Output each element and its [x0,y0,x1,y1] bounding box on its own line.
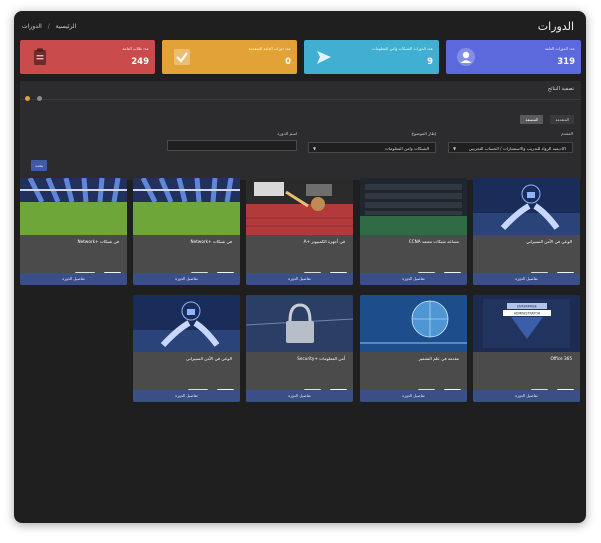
breadcrumb: الرئيسية / الدورات [22,23,76,30]
circuit-board-thumbnail [246,178,353,235]
tab-advanced[interactable]: المتقدمة [550,115,574,124]
course-title: أمن المعلومات +Security [297,356,345,361]
stat-card-courses: عدد الدورات العامة 319 [446,40,581,74]
framework-select-value: الشبكات وامن المعلومات [384,146,429,151]
course-details-link[interactable]: تفاصيل الدورة [133,390,240,402]
stat-value: 249 [131,57,149,67]
course-card[interactable]: ENTERPRISE ADMINISTRATOR Office 365 عربي… [473,295,580,402]
cyber-thumbnail [473,178,580,235]
filter-header: تصفية النتائج [20,81,581,101]
course-name-input[interactable] [167,140,297,151]
server-thumbnail [360,178,467,235]
course-card[interactable]: في أجهزة الكمبيوتر +A عربي مجانية تفاصيل… [246,178,353,285]
chevron-down-icon: ▼ [453,146,457,151]
framework-select[interactable]: الشبكات وامن المعلومات ▼ [308,142,436,153]
thumb-badge-line-1: ENTERPRISE [517,305,537,309]
close-icon[interactable] [37,96,43,101]
stat-card-advanced-courses: عدد دورات العامة المتقدمة 0 [162,40,297,74]
course-card[interactable]: أمن المعلومات +Security عربي مجانية تفاص… [246,295,353,402]
filter-title: تصفية النتائج [547,86,574,92]
course-title: مساعد شبكات معتمد CCNA [408,239,459,244]
filter-panel: تصفية النتائج المنسقة المتقدمة المقدم اك… [20,81,581,180]
course-title: في شبكات +Network [77,239,119,244]
course-title: في أجهزة الكمبيوتر +A [303,239,345,244]
course-details-link[interactable]: تفاصيل الدورة [360,273,467,285]
stat-label: عدد الدورات الشبكات وامن المعلومات [372,46,433,51]
course-card[interactable]: الوعي في الأمن السيبراني انجليزي مجانية … [133,295,240,402]
course-title: الوعي في الأمن السيبراني [526,239,572,244]
breadcrumb-separator: / [47,23,50,30]
provider-select[interactable]: اكاديمية الرواد للتدريب والاستشارات / ال… [448,142,573,153]
checkbox-icon [174,49,190,65]
course-details-link[interactable]: تفاصيل الدورة [246,273,353,285]
stat-value: 319 [557,57,575,67]
breadcrumb-home[interactable]: الرئيسية [56,23,77,30]
course-card[interactable]: مقدمة في علم التشفير عربي مجانية تفاصيل … [360,295,467,402]
filter-tabs: المنسقة المتقدمة [518,106,574,125]
page-title: الدورات [537,20,574,33]
course-title: في شبكات +Network [190,239,232,244]
course-details-link[interactable]: تفاصيل الدورة [246,390,353,402]
enterprise-admin-badge-thumbnail: ENTERPRISE ADMINISTRATOR [473,295,580,352]
clipboard-icon [34,48,46,65]
search-button[interactable]: بحث [31,160,47,171]
breadcrumb-current: الدورات [22,23,42,30]
stat-label: عدد طلاب العامة [122,46,150,51]
chevron-down-icon: ▼ [313,146,317,151]
padlock-thumbnail [246,295,353,352]
network-cables-thumbnail [20,178,127,235]
course-title: مقدمة في علم التشفير [418,356,459,361]
globe-thumbnail [360,295,467,352]
stat-label: عدد دورات العامة المتقدمة [248,46,291,51]
app-window: الدورات الرئيسية / الدورات عدد الدورات ا… [14,11,586,523]
course-details-link[interactable]: تفاصيل الدورة [473,273,580,285]
provider-select-value: اكاديمية الرواد للتدريب والاستشارات / ال… [468,146,566,151]
course-details-link[interactable]: تفاصيل الدورة [20,273,127,285]
stat-card-students: عدد طلاب العامة 249 [20,40,155,74]
course-title: Office 365 [550,356,572,361]
course-details-link[interactable]: تفاصيل الدورة [133,273,240,285]
paper-plane-icon [317,51,331,64]
framework-label: إطار الموضوع [411,131,436,136]
course-details-link[interactable]: تفاصيل الدورة [473,390,580,402]
course-details-link[interactable]: تفاصيل الدورة [360,390,467,402]
provider-label: المقدم [561,131,573,136]
cyber-thumbnail [133,295,240,352]
user-icon [457,48,475,66]
page-header: الدورات الرئيسية / الدورات [14,11,586,41]
tab-simple[interactable]: المنسقة [520,115,544,124]
stat-value: 9 [427,57,433,67]
course-card[interactable]: مساعد شبكات معتمد CCNA عربي مجانية تفاصي… [360,178,467,285]
stat-value: 0 [285,57,291,67]
stat-label: عدد الدورات العامة [544,46,575,51]
stats-row: عدد الدورات العامة 319 عدد الدورات الشبك… [20,40,581,74]
thumb-badge-line-2: ADMINISTRATOR [514,312,541,316]
stat-card-network-courses: عدد الدورات الشبكات وامن المعلومات 9 [304,40,439,74]
course-title: الوعي في الأمن السيبراني [186,356,232,361]
course-card[interactable]: في شبكات +Network عربي مجانية تفاصيل الد… [133,178,240,285]
course-name-label: اسم الدورة [277,131,297,136]
collapse-icon[interactable] [25,96,30,101]
course-card[interactable]: الوعي في الأمن السيبراني عربي مجانية تفا… [473,178,580,285]
network-cables-thumbnail [133,178,240,235]
course-card[interactable]: في شبكات +Network انجليزي مجانية تفاصيل … [20,178,127,285]
panel-controls [25,86,44,105]
